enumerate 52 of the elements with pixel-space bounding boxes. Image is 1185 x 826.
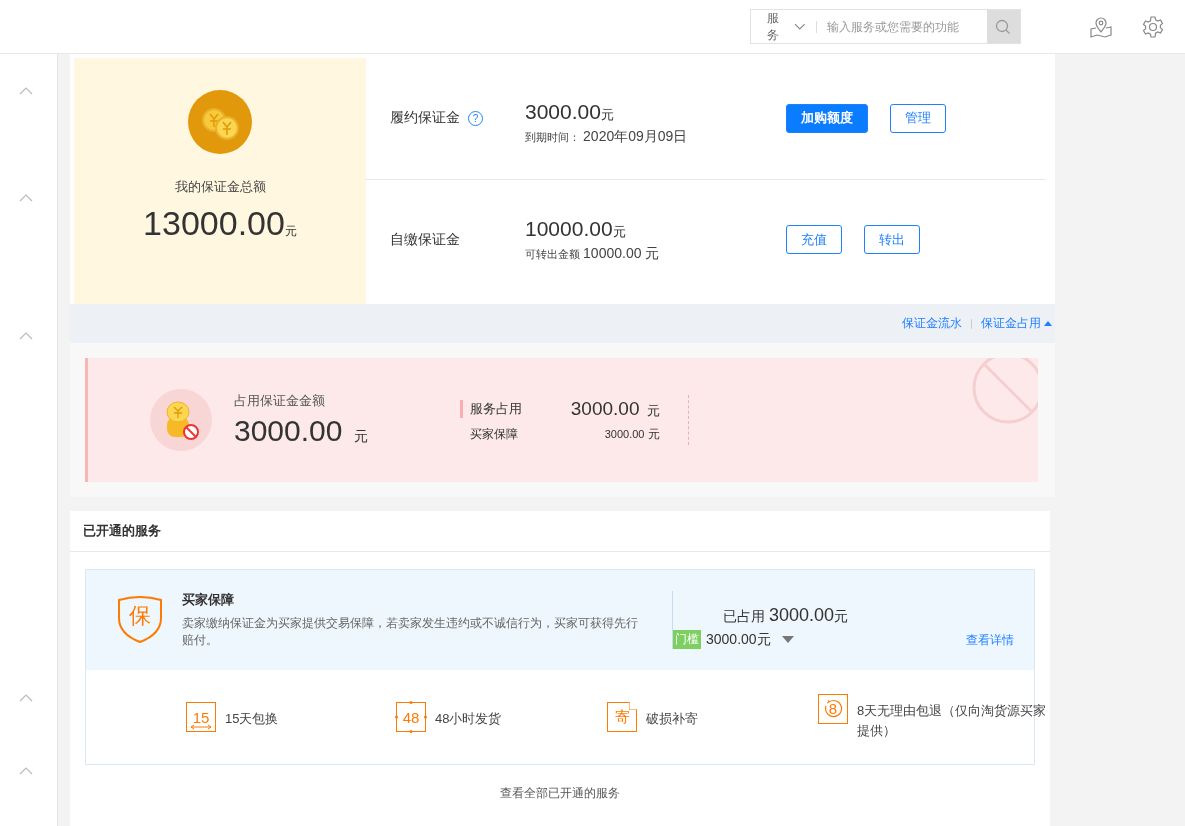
chevron-up-icon[interactable] (19, 694, 33, 702)
threshold-tag: 门槛 (673, 630, 701, 649)
breakdown-label: 买家保障 (469, 425, 519, 443)
action-button[interactable]: 充值 (786, 225, 842, 255)
occupied-deposit-amount: 3000.00 元 (234, 414, 369, 448)
caret-down-icon[interactable] (781, 636, 794, 643)
feature-label: 8天无理由包退（仅向淘货源买家提供） (857, 701, 1047, 740)
link[interactable]: 保证金流水 (902, 315, 962, 332)
view-all-services-link[interactable]: 查看全部已开通的服务 (500, 786, 620, 800)
settings-icon[interactable] (1141, 14, 1165, 39)
service-description: 卖家缴纳保证金为买家提供交易保障，若卖家发生违约或不诚信行为，买家可获得先行赔付。 (182, 615, 639, 649)
details-link[interactable]: 查看详情 (966, 631, 1014, 649)
deposit-amount: 10000.00元 (525, 216, 627, 241)
coins-blocked-icon (150, 389, 212, 451)
action-button[interactable]: 转出 (864, 225, 920, 255)
shield-badge-icon: 保 (116, 596, 164, 644)
scope-dropdown[interactable]: 服务 (751, 10, 816, 43)
chevron-up-icon[interactable] (19, 332, 33, 340)
timer-badge-icon: 48 (396, 702, 426, 732)
deposit-note: 可转出金额 10000.00 元 (525, 244, 661, 263)
deposit-type-label: 履约保证金 (390, 109, 460, 128)
section-title: 已开通的服务 (70, 511, 1050, 552)
total-deposit-amount: 13000.00元 (143, 204, 297, 243)
breakdown-label: 服务占用 (460, 399, 523, 418)
deposit-note: 到期时间： 2020年09月09日 (525, 128, 689, 147)
service-name: 买家保障 (182, 591, 235, 609)
occupied-amount: 已占用 3000.00元 (723, 605, 848, 626)
chevron-down-icon (794, 22, 806, 31)
feature-label: 48小时发货 (435, 710, 503, 728)
chevron-up-icon[interactable] (19, 87, 33, 95)
exchange-badge-icon: 15 (186, 702, 216, 732)
threshold-amount: 3000.00元 (706, 630, 771, 649)
breakdown-amount: 3000.00 元 (570, 397, 661, 420)
search-icon (995, 18, 1012, 35)
total-deposit-label: 我的保证金总额 (174, 178, 266, 196)
search-field[interactable]: 服务 输入服务或您需要的功能 (750, 9, 1021, 44)
breakdown-amount: 3000.00 元 (604, 425, 661, 443)
mail-badge-icon: 寄 (607, 702, 637, 732)
chevron-up-icon[interactable] (19, 194, 33, 202)
return-badge-icon: 8 (818, 693, 848, 724)
coins-icon (188, 90, 252, 154)
deposit-amount: 3000.00元 (525, 100, 615, 125)
occupied-deposit-label: 占用保证金金额 (234, 392, 326, 410)
map-pin-icon[interactable] (1089, 14, 1113, 39)
feature-label: 15天包换 (225, 710, 280, 728)
link[interactable]: 保证金占用 (981, 315, 1052, 332)
feature-label: 破损补寄 (646, 710, 699, 728)
action-button[interactable]: 管理 (890, 103, 946, 133)
search-button[interactable] (986, 10, 1020, 43)
deposit-type-label: 自缴保证金 (390, 230, 460, 249)
action-button[interactable]: 加购额度 (786, 103, 868, 133)
chevron-up-icon[interactable] (19, 767, 33, 775)
